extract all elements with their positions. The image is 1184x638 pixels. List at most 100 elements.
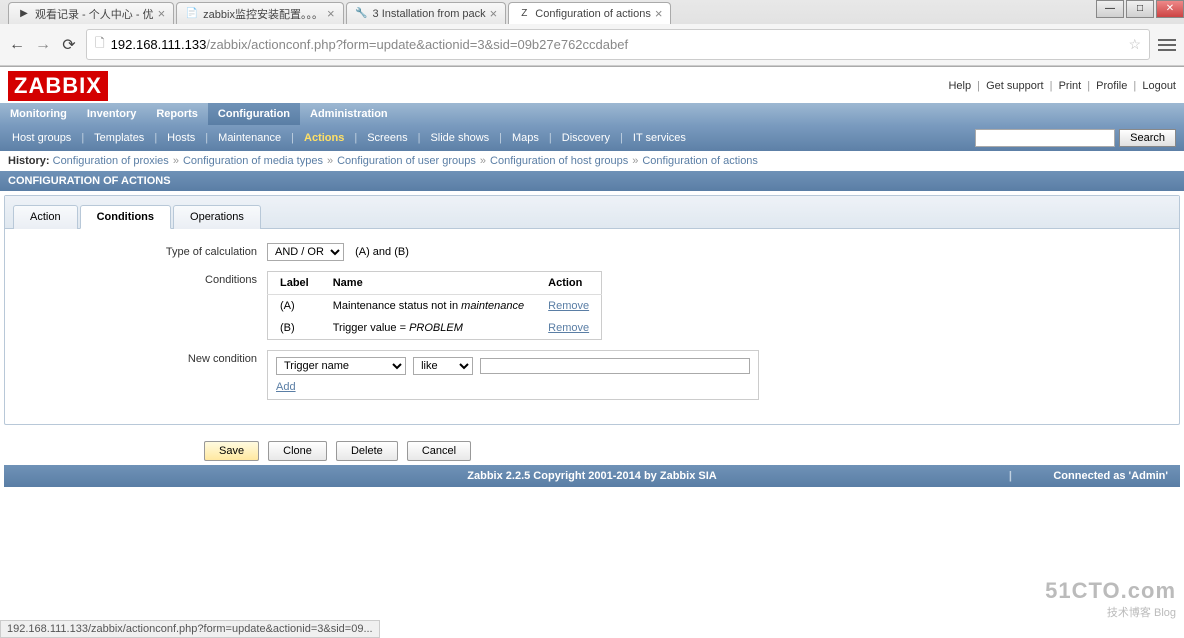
col-name: Name <box>321 272 536 295</box>
address-row: ← → ⟳ 🗋 192.168.111.133/zabbix/actioncon… <box>0 24 1184 66</box>
browser-menu-icon[interactable] <box>1158 36 1176 54</box>
sub-nav-item[interactable]: IT services <box>629 131 690 145</box>
tab-title: 观看记录 - 个人中心 - 优 <box>35 6 154 22</box>
history-link[interactable]: Configuration of user groups <box>337 155 476 167</box>
window-controls: — □ ✕ <box>1094 0 1184 18</box>
browser-tab[interactable]: 🔧 3 Installation from pack × <box>346 2 507 24</box>
form-tabs: ActionConditionsOperations <box>5 196 1179 229</box>
tab-close-icon[interactable]: × <box>490 6 498 21</box>
tab-close-icon[interactable]: × <box>158 6 166 21</box>
calc-result: (A) and (B) <box>355 246 409 258</box>
history-link[interactable]: Configuration of media types <box>183 155 323 167</box>
status-bar: 192.168.111.133/zabbix/actionconf.php?fo… <box>0 620 380 638</box>
bookmark-icon[interactable]: ☆ <box>1128 36 1141 53</box>
clone-button[interactable]: Clone <box>268 441 327 461</box>
conditions-table: Label Name Action (A)Maintenance status … <box>267 271 602 340</box>
breadcrumb: History: Configuration of proxies»Config… <box>0 151 1184 171</box>
conditions-label: Conditions <box>17 271 267 286</box>
back-button[interactable]: ← <box>8 36 26 54</box>
watermark: 51CTO.com 技术博客 Blog <box>1045 578 1176 620</box>
print-link[interactable]: Print <box>1059 80 1082 92</box>
form-tab[interactable]: Action <box>13 205 78 229</box>
newcond-op-select[interactable]: like <box>413 357 473 375</box>
sub-nav-item[interactable]: Hosts <box>163 131 199 145</box>
browser-tab[interactable]: Z Configuration of actions × <box>508 2 671 24</box>
sub-nav-item[interactable]: Discovery <box>558 131 614 145</box>
form-tab[interactable]: Conditions <box>80 205 171 229</box>
top-links: Help | Get support | Print | Profile | L… <box>948 80 1176 92</box>
sub-nav: Host groups|Templates|Hosts|Maintenance|… <box>0 125 1184 151</box>
sub-nav-item[interactable]: Actions <box>300 131 348 145</box>
calc-select[interactable]: AND / OR <box>267 243 344 261</box>
logout-link[interactable]: Logout <box>1142 80 1176 92</box>
form-body: Type of calculation AND / OR (A) and (B)… <box>5 229 1179 424</box>
main-nav-item[interactable]: Reports <box>146 103 208 125</box>
minimize-button[interactable]: — <box>1096 0 1124 18</box>
form-box: ActionConditionsOperations Type of calcu… <box>4 195 1180 425</box>
action-buttons: Save Clone Delete Cancel <box>4 437 1180 465</box>
remove-link[interactable]: Remove <box>548 300 589 312</box>
search-button[interactable]: Search <box>1119 129 1176 147</box>
sub-nav-item[interactable]: Slide shows <box>426 131 493 145</box>
browser-tabs: ▶ 观看记录 - 个人中心 - 优 × 📄 zabbix监控安装配置。。。 × 🔧 3 Ins… <box>0 0 1184 24</box>
tab-favicon: ▶ <box>17 7 31 21</box>
delete-button[interactable]: Delete <box>336 441 398 461</box>
col-label: Label <box>268 272 321 295</box>
address-bar[interactable]: 🗋 192.168.111.133/zabbix/actionconf.php?… <box>86 29 1150 60</box>
cond-label: (B) <box>268 317 321 340</box>
main-nav-item[interactable]: Inventory <box>77 103 147 125</box>
newcond-value-input[interactable] <box>480 358 750 374</box>
save-button[interactable]: Save <box>204 441 259 461</box>
sub-nav-item[interactable]: Screens <box>363 131 411 145</box>
browser-chrome: — □ ✕ ▶ 观看记录 - 个人中心 - 优 × 📄 zabbix监控安装配置。。。 ×… <box>0 0 1184 67</box>
footer: Zabbix 2.2.5 Copyright 2001-2014 by Zabb… <box>4 465 1180 487</box>
copyright: Zabbix 2.2.5 Copyright 2001-2014 by Zabb… <box>467 470 716 482</box>
browser-tab[interactable]: 📄 zabbix监控安装配置。。。 × <box>176 2 343 24</box>
tab-favicon: 📄 <box>185 7 199 21</box>
sub-nav-item[interactable]: Maintenance <box>214 131 285 145</box>
help-link[interactable]: Help <box>948 80 971 92</box>
newcond-type-select[interactable]: Trigger name <box>276 357 406 375</box>
page-icon: 🗋 <box>95 34 105 55</box>
forward-button[interactable]: → <box>34 36 52 54</box>
tab-close-icon[interactable]: × <box>655 6 663 21</box>
tab-favicon: 🔧 <box>355 7 369 21</box>
support-link[interactable]: Get support <box>986 80 1043 92</box>
remove-link[interactable]: Remove <box>548 322 589 334</box>
newcond-label: New condition <box>17 350 267 365</box>
profile-link[interactable]: Profile <box>1096 80 1127 92</box>
reload-button[interactable]: ⟳ <box>60 36 78 54</box>
browser-tab[interactable]: ▶ 观看记录 - 个人中心 - 优 × <box>8 2 174 24</box>
main-nav: MonitoringInventoryReportsConfigurationA… <box>0 103 1184 125</box>
add-condition-link[interactable]: Add <box>276 381 296 393</box>
history-link[interactable]: Configuration of proxies <box>53 155 169 167</box>
close-window-button[interactable]: ✕ <box>1156 0 1184 18</box>
tab-favicon: Z <box>517 7 531 21</box>
cond-name: Maintenance status not in maintenance <box>321 295 536 318</box>
page-title: CONFIGURATION OF ACTIONS <box>0 171 1184 191</box>
sub-nav-item[interactable]: Host groups <box>8 131 75 145</box>
main-nav-item[interactable]: Configuration <box>208 103 300 125</box>
cond-label: (A) <box>268 295 321 318</box>
form-tab[interactable]: Operations <box>173 205 261 229</box>
newcond-box: Trigger name like Add <box>267 350 759 400</box>
history-link[interactable]: Configuration of actions <box>642 155 758 167</box>
cancel-button[interactable]: Cancel <box>407 441 471 461</box>
url-text: 192.168.111.133/zabbix/actionconf.php?fo… <box>111 37 1123 52</box>
maximize-button[interactable]: □ <box>1126 0 1154 18</box>
tab-title: Configuration of actions <box>535 8 651 20</box>
sub-nav-item[interactable]: Maps <box>508 131 543 145</box>
history-link[interactable]: Configuration of host groups <box>490 155 628 167</box>
cond-name: Trigger value = PROBLEM <box>321 317 536 340</box>
table-row: (A)Maintenance status not in maintenance… <box>268 295 602 318</box>
zabbix-logo[interactable]: ZABBIX <box>8 71 108 101</box>
main-nav-item[interactable]: Administration <box>300 103 398 125</box>
main-nav-item[interactable]: Monitoring <box>0 103 77 125</box>
sub-nav-item[interactable]: Templates <box>90 131 148 145</box>
tab-close-icon[interactable]: × <box>327 6 335 21</box>
connected-as: Connected as 'Admin' <box>1053 470 1168 482</box>
search-input[interactable] <box>975 129 1115 147</box>
col-action: Action <box>536 272 601 295</box>
tab-title: zabbix监控安装配置。。。 <box>203 6 323 22</box>
tab-title: 3 Installation from pack <box>373 8 486 20</box>
